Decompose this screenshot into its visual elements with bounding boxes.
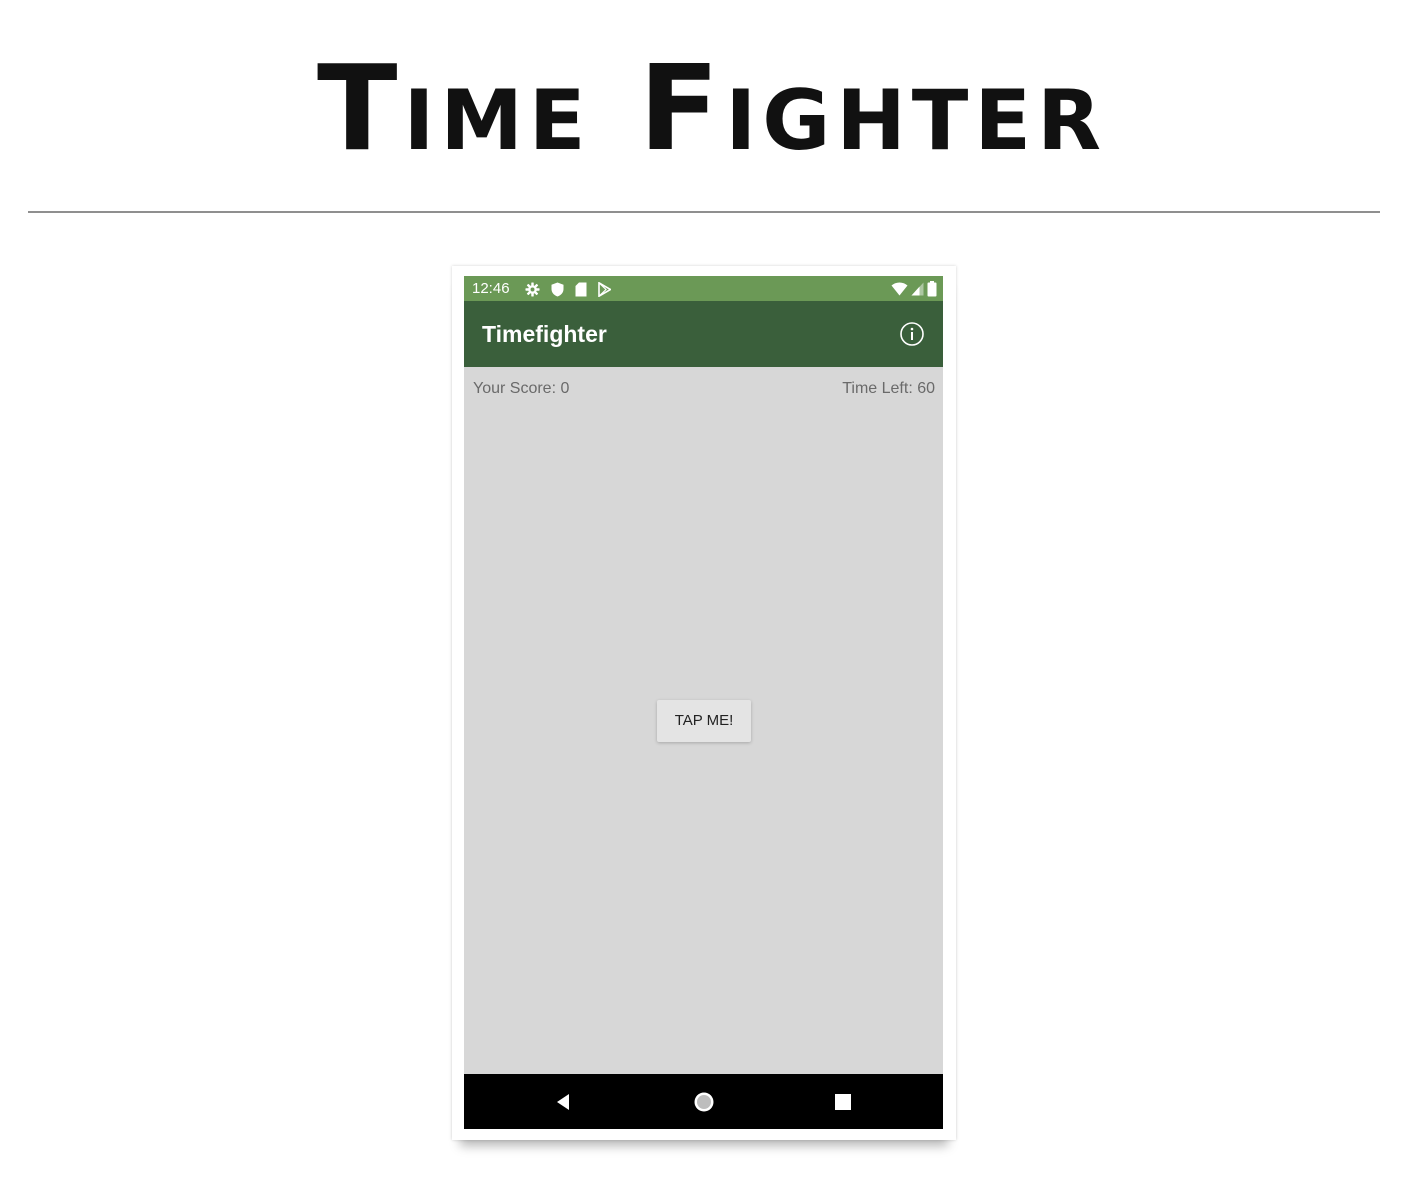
status-time: 12:46 <box>472 280 510 297</box>
back-icon[interactable] <box>552 1090 576 1114</box>
recents-icon[interactable] <box>831 1090 855 1114</box>
time-left-label: Time Left: 60 <box>842 380 935 397</box>
slide-title: Time Fighter <box>316 39 1108 177</box>
cellular-signal-icon <box>911 282 924 296</box>
app-bar: Timefighter <box>464 301 943 367</box>
status-system-icons <box>891 280 937 298</box>
phone-screen: 12:46 Timefighter Your Score: 0 Time Lef… <box>464 276 943 1129</box>
shield-icon <box>551 282 564 297</box>
navigation-bar <box>464 1074 943 1129</box>
home-icon[interactable] <box>692 1090 716 1114</box>
sd-card-icon <box>575 282 587 297</box>
tap-me-button[interactable]: TAP ME! <box>657 700 751 742</box>
status-bar: 12:46 <box>464 276 943 301</box>
battery-icon <box>927 281 937 297</box>
play-store-icon <box>598 281 611 297</box>
wifi-icon <box>891 282 908 296</box>
app-title: Timefighter <box>482 321 607 347</box>
settings-icon <box>525 281 540 297</box>
info-icon[interactable] <box>899 321 925 347</box>
title-divider <box>28 211 1380 213</box>
status-notification-icons <box>525 280 611 298</box>
score-label: Your Score: 0 <box>473 380 570 397</box>
